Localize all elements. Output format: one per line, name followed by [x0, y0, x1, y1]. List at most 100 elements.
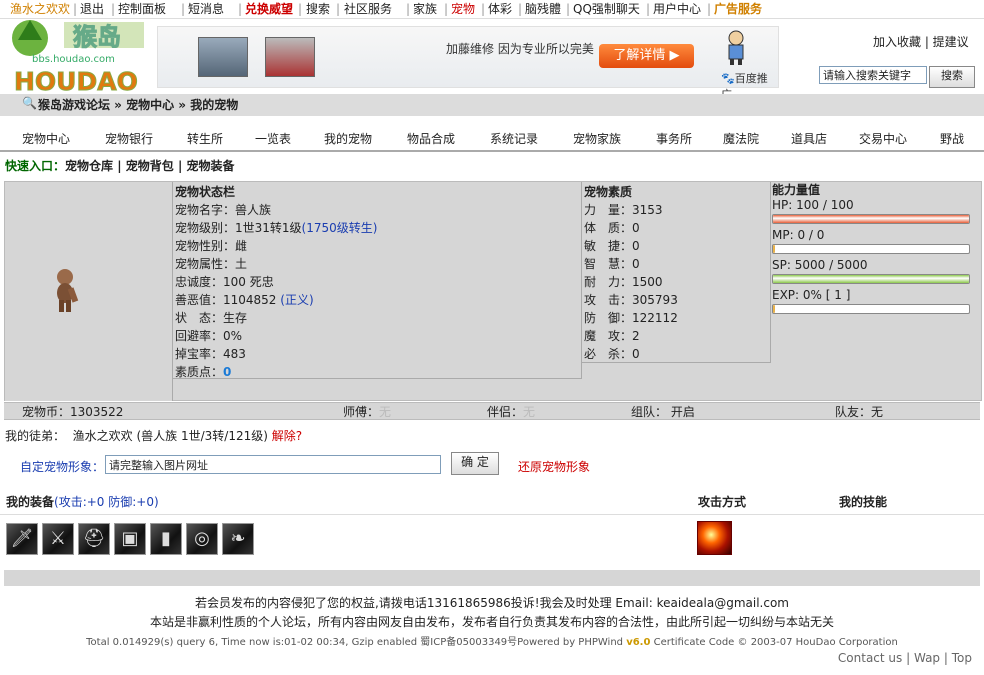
tab-11[interactable]: 交易中心	[859, 130, 907, 147]
pet-tabs: 宠物中心 宠物银行 转生所 一览表 我的宠物 物品合成 系统记录 宠物家族 事务所 魔法院 道具店 交…	[0, 124, 984, 152]
status-title: 宠物状态栏	[175, 185, 236, 199]
dagger-icon[interactable]: ⚔	[42, 523, 74, 555]
learn-more-button[interactable]: 了解详情 ▶	[599, 44, 694, 68]
equipment-title: 我的装备(攻击:+0 防御:+0)	[6, 495, 159, 509]
power-label: EXP: 0% [ 1 ]	[772, 288, 851, 302]
fav-suggest-links[interactable]: 加入收藏 | 提建议	[873, 33, 969, 50]
site-logo[interactable]: 猴岛 bbs.houdao.com HOUDAO	[8, 10, 153, 97]
mascot-icon	[723, 30, 749, 66]
search-icon: 🔍	[22, 96, 37, 110]
status-column: 宠物状态栏 宠物名字：兽人族 宠物级别：1世31转1级(1750级转生) 宠物性…	[173, 182, 582, 379]
attribute-column: 宠物素质 力 量：3153 体 质：0 敏 捷：0 智 慧：0 耐 力：1500 攻 击：…	[582, 182, 771, 363]
pet-gender: 宠物性别：雌	[175, 239, 248, 253]
footer-disclaimer: 本站是非赢利性质的个人论坛，所有内容由网友自由发布，发布者自行负责其发布内容的合…	[149, 615, 834, 629]
pet-image-box	[5, 182, 173, 401]
nav-separator: |	[707, 2, 712, 16]
attr-row: 攻 击：305793	[584, 293, 678, 307]
topnav-item-5[interactable]: 搜索	[306, 2, 330, 16]
power-bar	[772, 214, 970, 224]
tab-7[interactable]: 宠物家族	[573, 130, 621, 147]
footer-links: Contact us | Wap | Top	[837, 651, 972, 665]
search-button[interactable]: 搜索	[929, 66, 975, 88]
tab-9[interactable]: 魔法院	[723, 130, 759, 147]
nav-separator: |	[518, 2, 523, 16]
helmet-icon[interactable]: ⛑	[78, 523, 110, 555]
wap-link[interactable]: Wap	[914, 651, 940, 665]
pet-element: 宠物属性：土	[175, 257, 248, 271]
search-input[interactable]	[819, 66, 927, 84]
topnav-item-12[interactable]: 用户中心	[653, 2, 701, 16]
tab-3[interactable]: 一览表	[255, 130, 291, 147]
sword-icon[interactable]: 🗡	[6, 523, 38, 555]
attr-row: 魔 攻：2	[584, 329, 640, 343]
attr-row: 防 御：122112	[584, 311, 678, 325]
release-link[interactable]: 解除?	[272, 429, 302, 443]
power-title: 能力量值	[772, 183, 821, 197]
pet-karma: 善恶值：1104852 (正义)	[175, 293, 314, 307]
topnav-item-9[interactable]: 体彩	[488, 2, 512, 16]
restore-image-link[interactable]: 还原宠物形象	[518, 458, 590, 475]
power-bar-fill	[773, 245, 776, 253]
nav-separator: |	[336, 2, 341, 16]
justice-link[interactable]: (正义)	[280, 293, 313, 307]
topnav-item-11[interactable]: QQ强制聊天	[573, 2, 640, 16]
summary-row: 宠物币：1303522 师傅：无 伴侣：无 组队： 开启 队友：无	[4, 402, 980, 420]
image-url-input[interactable]	[105, 455, 441, 474]
crane-image	[198, 37, 248, 77]
top-link[interactable]: Top	[952, 651, 972, 665]
attack-method-icon[interactable]	[697, 521, 732, 555]
custom-image-label: 自定宠物形象：	[20, 460, 105, 474]
boots-icon[interactable]: ▮	[150, 523, 182, 555]
wing-icon[interactable]: ❧	[222, 523, 254, 555]
power-bar-fill	[773, 275, 969, 283]
tab-2[interactable]: 转生所	[187, 130, 223, 147]
power-bar-fill	[773, 215, 969, 223]
footer-bar	[4, 570, 980, 586]
topnav-item-8[interactable]: 宠物	[451, 2, 475, 16]
attr-row: 必 杀：0	[584, 347, 640, 361]
tab-0[interactable]: 宠物中心	[22, 130, 70, 147]
logo-brand: HOUDAO	[14, 67, 138, 92]
tab-12[interactable]: 野战	[940, 130, 964, 147]
ad-banner[interactable]: 加藤维修 因为专业所以完美 了解详情 ▶ 🐾百度推广	[157, 26, 779, 101]
topnav-item-6[interactable]: 社区服务	[344, 2, 392, 16]
topnav-item-10[interactable]: 脑残體	[525, 2, 561, 16]
crane-image	[265, 37, 315, 77]
nav-separator: |	[406, 2, 411, 16]
tab-8[interactable]: 事务所	[656, 130, 692, 147]
rebirth-link[interactable]: (1750级转生)	[302, 221, 378, 235]
pet-dodge: 回避率：0%	[175, 329, 243, 343]
tab-1[interactable]: 宠物银行	[105, 130, 153, 147]
topnav-item-4[interactable]: 兑换威望	[245, 2, 293, 16]
topnav-item-13[interactable]: 广告服务	[714, 2, 762, 16]
breadcrumb-text[interactable]: 猴岛游戏论坛 » 宠物中心 » 我的宠物	[38, 96, 238, 113]
master: 师傅：无	[343, 405, 392, 419]
quick-link-equipment[interactable]: 宠物装备	[187, 159, 235, 173]
quick-link-bag[interactable]: 宠物背包	[126, 159, 174, 173]
quick-link-warehouse[interactable]: 宠物仓库	[65, 159, 113, 173]
topnav-item-7[interactable]: 家族	[413, 2, 437, 16]
nav-separator: |	[566, 2, 571, 16]
banner-text: 加藤维修 因为专业所以完美	[446, 42, 594, 56]
contact-link[interactable]: Contact us	[838, 651, 902, 665]
teammate: 队友：无	[835, 405, 884, 419]
power-label: SP: 5000 / 5000	[772, 258, 868, 272]
ring-icon[interactable]: ◎	[186, 523, 218, 555]
pet-points: 素质点：0	[175, 365, 232, 379]
pet-state: 状 态：生存	[175, 311, 248, 325]
tab-6[interactable]: 系统记录	[490, 130, 538, 147]
skill-title: 我的技能	[839, 495, 888, 509]
nav-separator: |	[238, 2, 243, 16]
topnav-item-3[interactable]: 短消息	[188, 2, 224, 16]
power-label: HP: 100 / 100	[772, 198, 854, 212]
tab-5[interactable]: 物品合成	[407, 130, 455, 147]
pet-name: 宠物名字：兽人族	[175, 203, 272, 217]
confirm-button[interactable]: 确 定	[451, 452, 499, 475]
tab-10[interactable]: 道具店	[791, 130, 827, 147]
attr-row: 力 量：3153	[584, 203, 663, 217]
tab-4[interactable]: 我的宠物	[324, 130, 372, 147]
equipment-header: 我的装备(攻击:+0 防御:+0) 攻击方式 我的技能	[0, 490, 984, 515]
armor-icon[interactable]: ▣	[114, 523, 146, 555]
pet-loyalty: 忠诚度：100 死忠	[175, 275, 274, 289]
attr-row: 体 质：0	[584, 221, 640, 235]
